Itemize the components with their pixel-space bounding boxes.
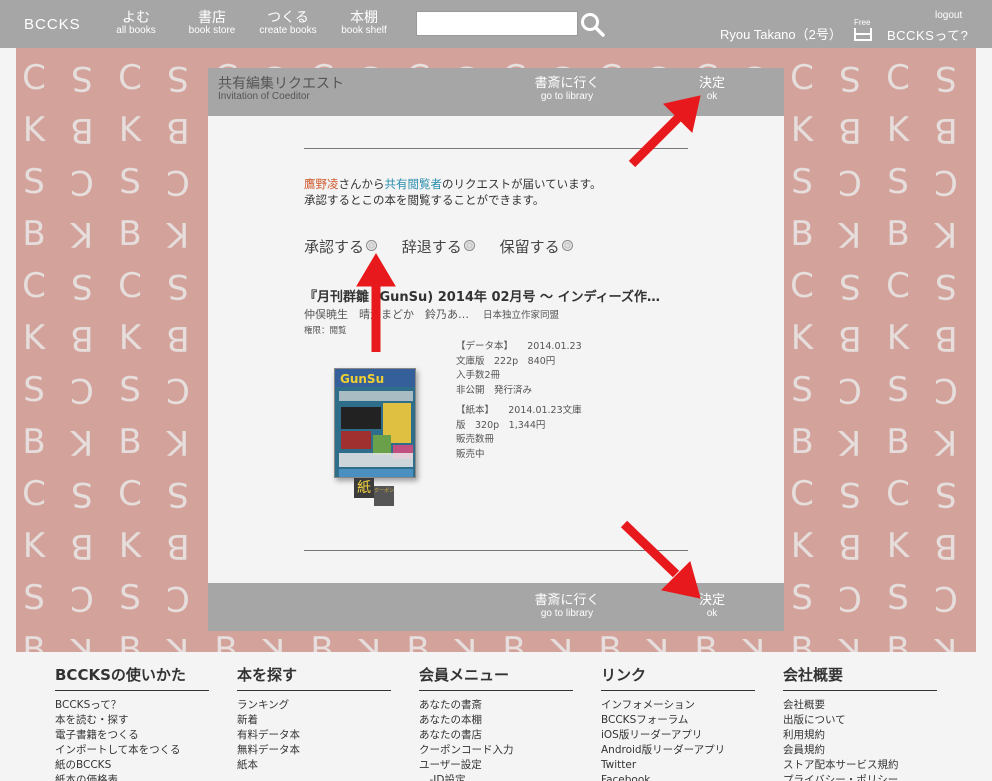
footer-link[interactable]: プライバシー・ポリシー	[783, 773, 937, 781]
footer-link[interactable]: Facebook	[601, 773, 755, 781]
footer-col-member: 会員メニュー あなたの書斎 あなたの本棚 あなたの書店 クーポンコード入力 ユー…	[419, 664, 573, 781]
footer-link[interactable]: 電子書籍をつくる	[55, 728, 209, 743]
footer-link[interactable]: 会員規約	[783, 743, 937, 758]
footer-link[interactable]: 紙本	[237, 758, 391, 773]
footer-col-howto: BCCKSの使いかた BCCKSって？ 本を読む・探す 電子書籍をつくる インポ…	[55, 664, 209, 781]
footer-link[interactable]: -ID設定	[419, 773, 573, 781]
footer-link[interactable]: インポートして本をつくる	[55, 743, 209, 758]
footer-heading: リンク	[601, 664, 755, 691]
footer-link[interactable]: あなたの書店	[419, 728, 573, 743]
footer-heading: 会員メニュー	[419, 664, 573, 691]
footer-link[interactable]: 有料データ本	[237, 728, 391, 743]
footer-link[interactable]: 紙本の価格表	[55, 773, 209, 781]
footer-link[interactable]: 無料データ本	[237, 743, 391, 758]
footer-link[interactable]: Android版リーダーアプリ	[601, 743, 755, 758]
site-footer: BCCKSの使いかた BCCKSって？ 本を読む・探す 電子書籍をつくる インポ…	[0, 652, 992, 781]
footer-link[interactable]: 紙のBCCKS	[55, 758, 209, 773]
arrow-to-ok-top	[628, 95, 701, 168]
footer-link[interactable]: BCCKSフォーラム	[601, 713, 755, 728]
footer-link[interactable]: あなたの本棚	[419, 713, 573, 728]
footer-heading: 会社概要	[783, 664, 937, 691]
footer-link[interactable]: BCCKSって？	[55, 698, 209, 713]
footer-link[interactable]: インフォメーション	[601, 698, 755, 713]
arrow-to-approve	[356, 253, 396, 352]
footer-heading: BCCKSの使いかた	[55, 664, 209, 691]
footer-link[interactable]: ユーザー設定	[419, 758, 573, 773]
footer-link[interactable]: 利用規約	[783, 728, 937, 743]
footer-heading: 本を探す	[237, 664, 391, 691]
footer-col-search: 本を探す ランキング 新着 有料データ本 無料データ本 紙本	[237, 664, 391, 773]
footer-link[interactable]: 出版について	[783, 713, 937, 728]
arrow-to-ok-bottom	[620, 520, 701, 599]
footer-link[interactable]: クーポンコード入力	[419, 743, 573, 758]
footer-col-company: 会社概要 会社概要 出版について 利用規約 会員規約 ストア配本サービス規約 プ…	[783, 664, 937, 781]
footer-link[interactable]: ランキング	[237, 698, 391, 713]
footer-link[interactable]: 会社概要	[783, 698, 937, 713]
footer-link[interactable]: 新着	[237, 713, 391, 728]
footer-link[interactable]: あなたの書斎	[419, 698, 573, 713]
footer-link[interactable]: iOS版リーダーアプリ	[601, 728, 755, 743]
footer-link[interactable]: ストア配本サービス規約	[783, 758, 937, 773]
footer-link[interactable]: Twitter	[601, 758, 755, 773]
footer-link[interactable]: 本を読む・探す	[55, 713, 209, 728]
footer-col-links: リンク インフォメーション BCCKSフォーラム iOS版リーダーアプリ And…	[601, 664, 755, 781]
